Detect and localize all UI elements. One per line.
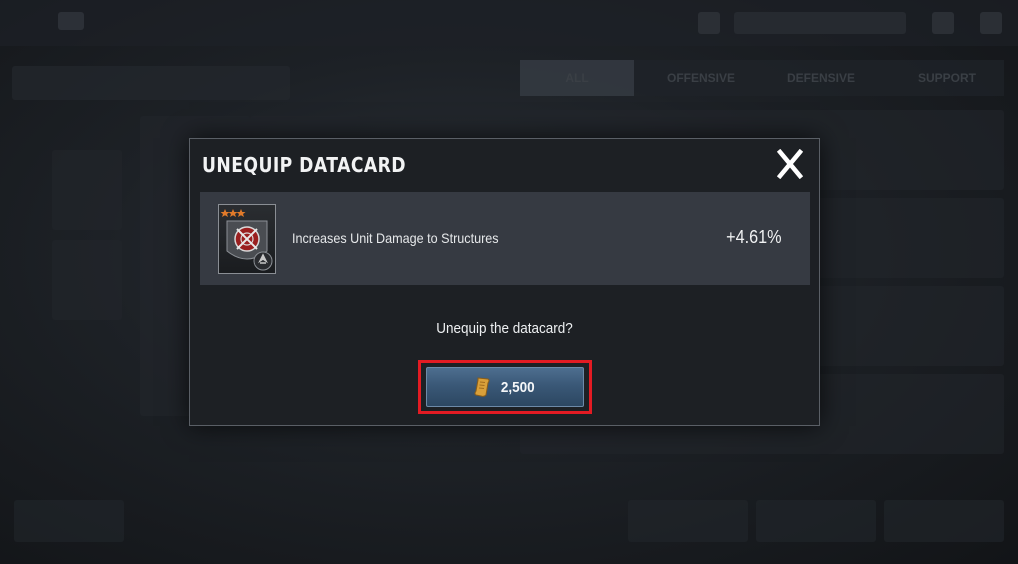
star-icon — [220, 209, 246, 217]
background-bottom-button — [628, 500, 748, 542]
background-tab-defensive: DEFENSIVE — [786, 71, 855, 85]
background-topbar — [0, 0, 1018, 46]
background-chat-icon — [980, 12, 1002, 34]
background-slot — [52, 150, 122, 230]
datacard-value: +4.61% — [726, 227, 782, 247]
unequip-datacard-dialog: UNEQUIP DATACARD Increases Unit Damage t… — [189, 138, 820, 426]
datacard-thumbnail — [218, 204, 276, 274]
background-settings-icon — [932, 12, 954, 34]
background-bottom-button — [756, 500, 876, 542]
unequip-cost-button[interactable]: 2,500 — [426, 367, 584, 407]
datacard-row: Increases Unit Damage to Structures +4.6… — [200, 192, 810, 285]
background-tab-all: ALL — [520, 60, 634, 96]
background-tab-offensive: OFFENSIVE — [666, 71, 735, 85]
confirm-prompt: Unequip the datacard? — [436, 320, 573, 337]
background-slot — [52, 240, 122, 320]
background-logo-icon — [58, 12, 84, 30]
background-resource-bar — [734, 12, 906, 34]
background-tabs: ALL OFFENSIVE DEFENSIVE SUPPORT — [520, 60, 1004, 96]
background-alliance-row — [12, 66, 290, 100]
dialog-title: UNEQUIP DATACARD — [202, 153, 406, 177]
close-icon — [777, 149, 803, 179]
target-crosshair-icon — [220, 209, 273, 271]
background-add-icon — [698, 12, 720, 34]
background-bottom-button — [884, 500, 1004, 542]
close-button[interactable] — [777, 149, 803, 179]
cost-amount: 2,500 — [501, 378, 535, 396]
resource-scroll-icon — [474, 377, 490, 397]
background-bottom-button — [14, 500, 124, 542]
background-tab-support: SUPPORT — [917, 71, 976, 85]
datacard-description: Increases Unit Damage to Structures — [292, 230, 499, 246]
